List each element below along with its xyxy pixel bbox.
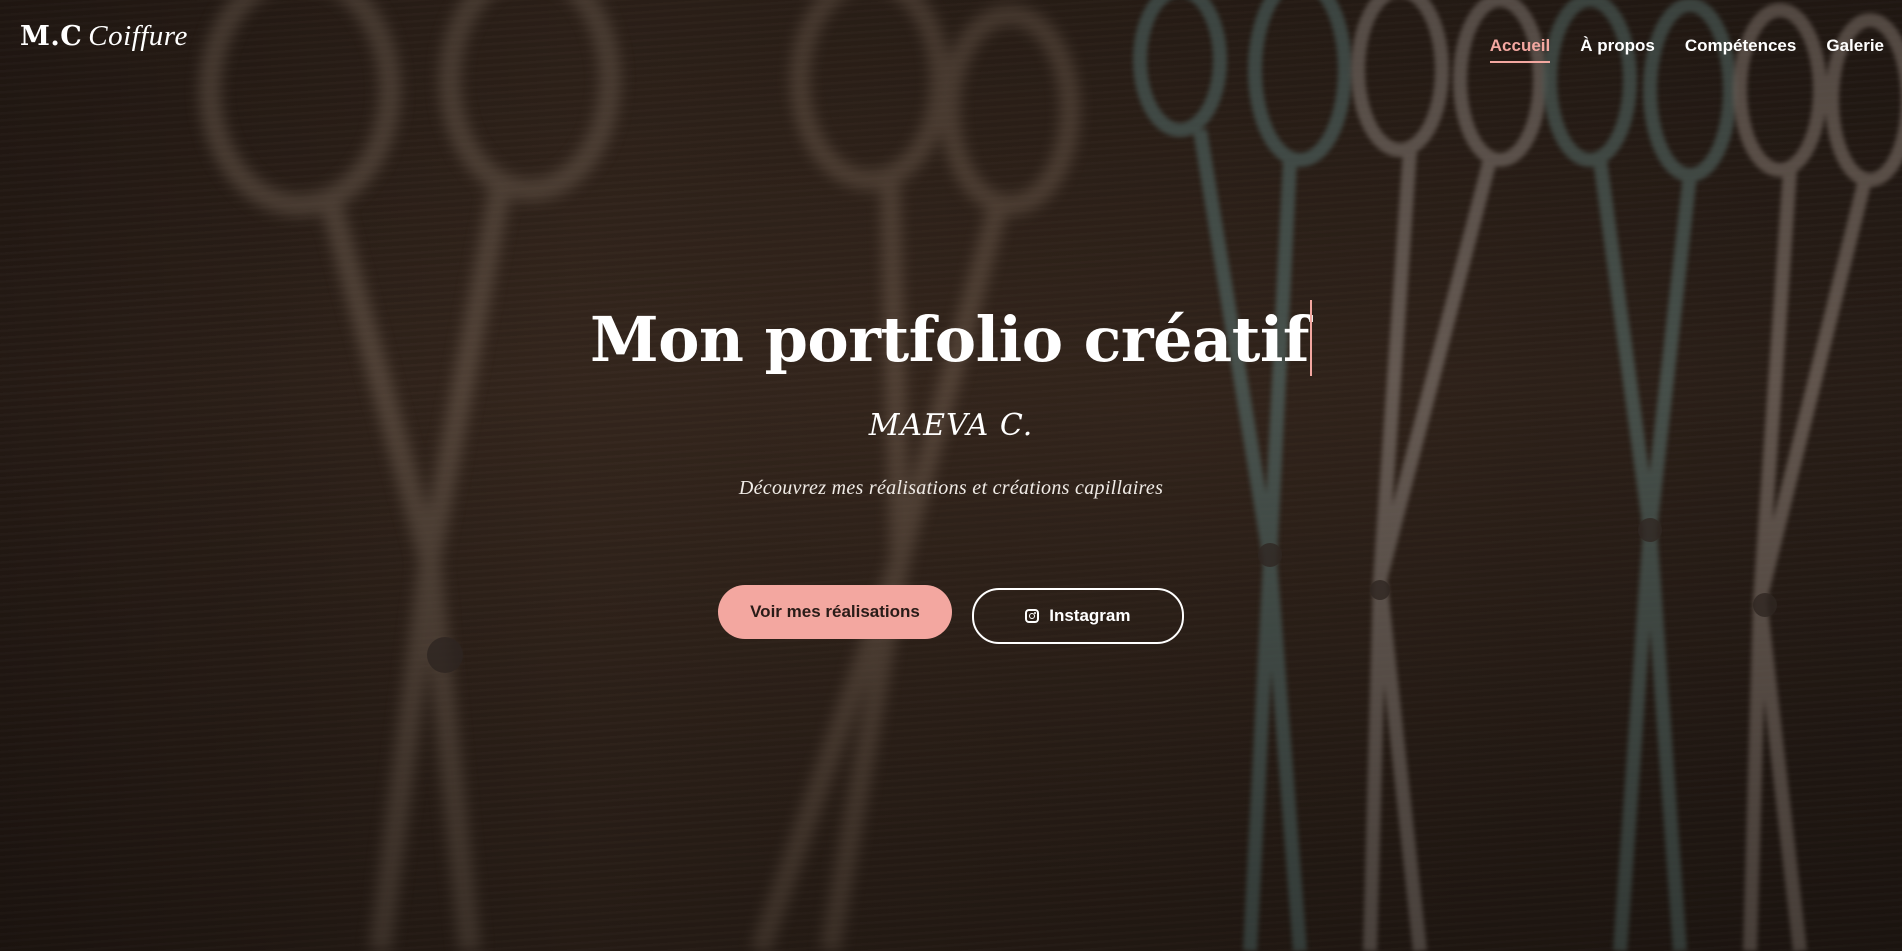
nav-item-competences[interactable]: Compétences <box>1685 36 1796 63</box>
nav-item-galerie[interactable]: Galerie <box>1826 36 1884 63</box>
hero-tagline: Découvrez mes réalisations et créations … <box>738 477 1164 499</box>
logo-script-text: Coiffure <box>88 20 188 52</box>
nav-item-a-propos[interactable]: À propos <box>1580 36 1655 63</box>
nav-item-accueil[interactable]: Accueil <box>1489 36 1551 63</box>
instagram-button-label: Instagram <box>1049 606 1131 625</box>
view-work-button[interactable]: Voir mes réalisations <box>718 585 952 639</box>
logo-main-text: M.C <box>20 21 83 52</box>
hero-content: Mon portfolio créatif MAEVA C. Découvrez… <box>0 300 1902 644</box>
instagram-button[interactable]: Instagram <box>971 588 1184 644</box>
typing-caret <box>1310 300 1313 376</box>
hero-title-text: Mon portfolio créatif <box>589 303 1310 376</box>
hero-section: M.C Coiffure Accueil À propos Compétences… <box>0 0 1902 951</box>
hero-title: Mon portfolio créatif <box>589 300 1313 380</box>
main-nav: Accueil À propos Compétences Galerie <box>1489 36 1884 63</box>
logo[interactable]: M.C Coiffure <box>20 20 188 53</box>
hero-buttons: Voir mes réalisations Instagram <box>0 585 1902 644</box>
instagram-icon <box>1025 609 1040 623</box>
hero-name: MAEVA C. <box>868 408 1034 443</box>
